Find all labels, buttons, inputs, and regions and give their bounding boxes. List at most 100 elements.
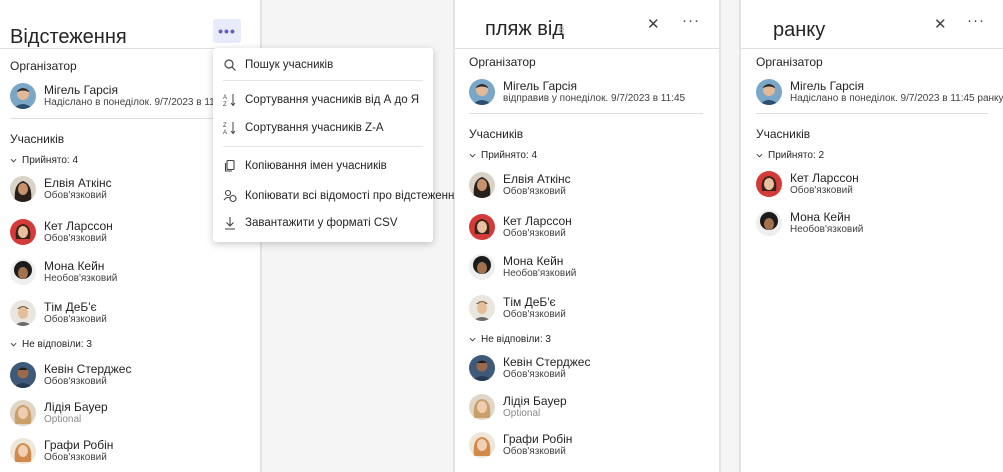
chevron-down-icon bbox=[469, 337, 476, 342]
participants-label: Учасників bbox=[10, 132, 65, 146]
participant-row[interactable]: Мона Кейн Необов'язковий bbox=[10, 259, 117, 285]
participant-name: Графи Робін bbox=[503, 432, 573, 446]
participant-name: Лідія Бауер bbox=[503, 394, 567, 408]
participant-role: Необов'язковий bbox=[790, 224, 864, 235]
avatar bbox=[469, 214, 495, 240]
tracking-panel-3: ранку ✕ ··· Організатор Мігель Гарсія На… bbox=[741, 0, 1003, 472]
menu-item-label: Сортування учасників Z-A bbox=[245, 122, 384, 134]
participant-row[interactable]: Кет Ларссон Обов'язковий bbox=[10, 219, 113, 245]
more-options-button[interactable]: ··· bbox=[682, 12, 700, 29]
participant-role: Обов'язковий bbox=[44, 314, 107, 325]
accepted-group-toggle[interactable]: Прийнято: 2 bbox=[756, 150, 824, 161]
participant-row[interactable]: Тім ДеБ'є Обов'язковий bbox=[10, 300, 107, 326]
participant-row[interactable]: Тім ДеБ'є Обов'язковий bbox=[469, 295, 566, 321]
accepted-group-toggle[interactable]: Прийнято: 4 bbox=[469, 150, 537, 161]
panel-header: пляж від e ✕ ··· bbox=[455, 0, 719, 49]
menu-item-label: Копіювання імен учасників bbox=[245, 160, 387, 172]
background-gap bbox=[721, 0, 739, 472]
participant-role: Обов'язковий bbox=[44, 452, 107, 463]
menu-item-label: Пошук учасників bbox=[245, 59, 334, 71]
panel-divider bbox=[719, 0, 721, 472]
organizer-sent-time: Надіслано в понеділок. 9/7/2023 в 11:45 … bbox=[790, 93, 1003, 104]
participant-name: Мона Кейн bbox=[503, 254, 564, 268]
menu-item-copy-all-tracking[interactable]: Копіювати всі відомості про відстеження bbox=[223, 189, 461, 203]
avatar bbox=[10, 438, 36, 464]
menu-item-search-participants[interactable]: Пошук учасників bbox=[223, 58, 333, 72]
more-options-button[interactable]: ··· bbox=[967, 12, 985, 29]
organizer-row[interactable]: Мігель Гарсія Надіслано в понеділок. 9/7… bbox=[756, 79, 1003, 105]
participant-role: Обов'язковий bbox=[503, 369, 566, 380]
participant-row[interactable]: Лідія Бауер Optional bbox=[10, 400, 108, 426]
accepted-group-label: Прийнято: 4 bbox=[481, 150, 538, 161]
avatar bbox=[469, 79, 495, 105]
menu-separator bbox=[223, 80, 423, 81]
participant-row[interactable]: Мона Кейн Необов'язковий bbox=[469, 254, 576, 280]
menu-item-sort-za[interactable]: ZA Сортування учасників Z-A bbox=[223, 121, 384, 135]
participant-name: Тім ДеБ'є bbox=[503, 295, 556, 309]
participants-label: Учасників bbox=[469, 127, 524, 141]
participant-row[interactable]: Графи Робін Обов'язковий bbox=[10, 438, 113, 464]
participants-label: Учасників bbox=[756, 127, 811, 141]
avatar bbox=[469, 355, 495, 381]
avatar bbox=[10, 362, 36, 388]
participant-row[interactable]: Мона Кейн Необов'язковий bbox=[756, 210, 863, 236]
svg-text:Z: Z bbox=[223, 123, 227, 129]
organizer-row[interactable]: Мігель Гарсія відправив у понеділок. 9/7… bbox=[469, 79, 685, 105]
participant-role: Обов'язковий bbox=[503, 186, 566, 197]
menu-item-sort-az[interactable]: AZ Сортування учасників від А до Я bbox=[223, 93, 419, 107]
title-ghost-text: e bbox=[558, 22, 565, 36]
participant-role: Обов'язковий bbox=[790, 185, 853, 196]
download-icon bbox=[225, 217, 235, 230]
avatar bbox=[469, 172, 495, 198]
participant-row[interactable]: Лідія Бауер Optional bbox=[469, 394, 567, 420]
organizer-sent-time: відправив у понеділок. 9/7/2023 в 11:45 bbox=[503, 93, 686, 104]
tracking-panel-2: пляж від e ✕ ··· Організатор Мігель Гарс… bbox=[455, 0, 719, 472]
accepted-group-label: Прийнято: 2 bbox=[768, 150, 825, 161]
accepted-group-label: Прийнято: 4 bbox=[22, 155, 79, 166]
participant-role: Необов'язковий bbox=[44, 273, 118, 284]
avatar bbox=[756, 210, 782, 236]
noreply-group-toggle[interactable]: Не відповіли: 3 bbox=[469, 334, 551, 345]
chevron-down-icon bbox=[10, 342, 17, 347]
avatar bbox=[10, 176, 36, 202]
participant-row[interactable]: Кевін Стерджес Обов'язковий bbox=[469, 355, 590, 381]
svg-text:Z: Z bbox=[223, 102, 227, 107]
participant-name: Мона Кейн bbox=[44, 259, 105, 273]
avatar bbox=[10, 83, 36, 109]
participant-row[interactable]: Елвія Аткінс Обов'язковий bbox=[10, 176, 112, 202]
menu-item-download-csv[interactable]: Завантажити у форматі CSV bbox=[223, 216, 398, 230]
participant-row[interactable]: Графи Робін Обов'язковий bbox=[469, 432, 572, 458]
participant-row[interactable]: Кевін Стерджес Обов'язковий bbox=[10, 362, 131, 388]
copy-icon bbox=[224, 159, 235, 172]
noreply-group-label: Не відповіли: 3 bbox=[22, 339, 92, 350]
avatar bbox=[10, 300, 36, 326]
participant-role: Обов'язковий bbox=[44, 233, 107, 244]
svg-text:A: A bbox=[223, 130, 227, 135]
participant-role: Optional bbox=[503, 408, 541, 419]
participant-role: Обов'язковий bbox=[44, 190, 107, 201]
participant-row[interactable]: Кет Ларссон Обов'язковий bbox=[756, 171, 859, 197]
avatar bbox=[10, 400, 36, 426]
participant-name: Елвія Аткінс bbox=[503, 172, 571, 186]
participant-name: Кет Ларссон bbox=[790, 171, 859, 185]
avatar bbox=[10, 219, 36, 245]
participant-name: Тім ДеБ'є bbox=[44, 300, 97, 314]
organizer-name: Мігель Гарсія bbox=[503, 79, 577, 93]
organizer-row[interactable]: Мігель Гарсія Надіслано в понеділок. 9/7… bbox=[10, 83, 238, 109]
participant-role: Обов'язковий bbox=[503, 228, 566, 239]
panel-title: Відстеження bbox=[10, 26, 127, 48]
panel-header: ранку ✕ ··· bbox=[741, 0, 1003, 49]
participant-name: Мона Кейн bbox=[790, 210, 851, 224]
menu-item-label: Завантажити у форматі CSV bbox=[245, 217, 398, 229]
menu-item-copy-names[interactable]: Копіювання імен учасників bbox=[223, 159, 387, 173]
more-options-button[interactable]: ••• bbox=[213, 19, 241, 43]
divider bbox=[469, 113, 703, 114]
avatar bbox=[469, 394, 495, 420]
accepted-group-toggle[interactable]: Прийнято: 4 bbox=[10, 155, 78, 166]
close-icon[interactable]: ✕ bbox=[934, 15, 947, 33]
participant-row[interactable]: Кет Ларссон Обов'язковий bbox=[469, 214, 572, 240]
participant-name: Графи Робін bbox=[44, 438, 114, 452]
close-icon[interactable]: ✕ bbox=[647, 15, 660, 33]
noreply-group-toggle[interactable]: Не відповіли: 3 bbox=[10, 339, 92, 350]
participant-row[interactable]: Елвія Аткінс Обов'язковий bbox=[469, 172, 571, 198]
